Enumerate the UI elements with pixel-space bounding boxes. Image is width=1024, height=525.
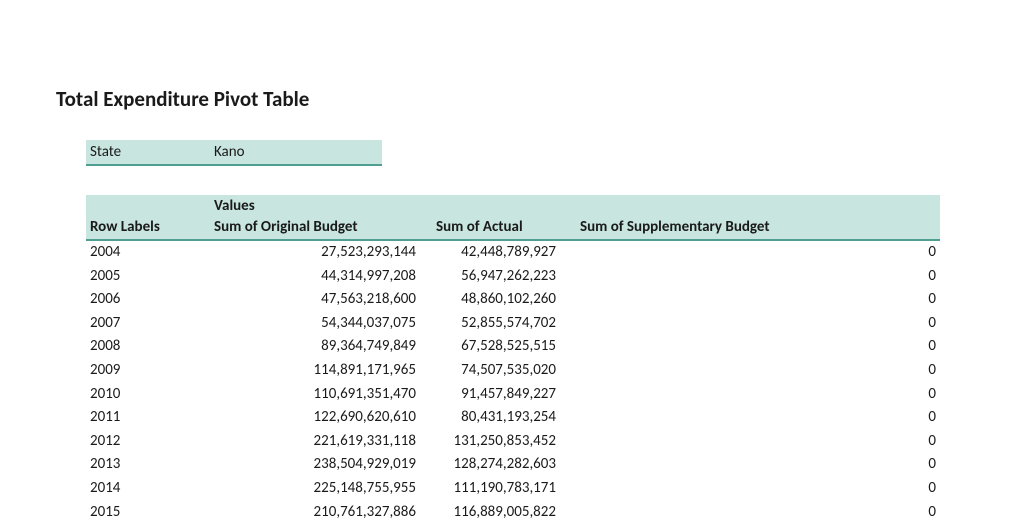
cell-actual: 48,860,102,260 bbox=[416, 290, 556, 308]
cell-supplementary: 0 bbox=[686, 314, 936, 332]
cell-supplementary: 0 bbox=[686, 479, 936, 497]
col-header-original: Sum of Original Budget bbox=[214, 218, 358, 236]
cell-actual: 131,250,853,452 bbox=[416, 432, 556, 450]
cell-year: 2005 bbox=[90, 267, 120, 285]
filter-bar: State Kano bbox=[86, 140, 382, 166]
cell-supplementary: 0 bbox=[686, 290, 936, 308]
cell-actual: 111,190,783,171 bbox=[416, 479, 556, 497]
cell-year: 2008 bbox=[90, 337, 120, 355]
table-row: 2006 47,563,218,60048,860,102,260 0 bbox=[86, 288, 940, 312]
table-row: 2008 89,364,749,84967,528,525,515 0 bbox=[86, 335, 940, 359]
table-row: 2013 238,504,929,019128,274,282,603 0 bbox=[86, 453, 940, 477]
cell-supplementary: 0 bbox=[686, 267, 936, 285]
cell-original-budget: 89,364,749,849 bbox=[216, 337, 416, 355]
cell-original-budget: 54,344,037,075 bbox=[216, 314, 416, 332]
cell-original-budget: 225,148,755,955 bbox=[216, 479, 416, 497]
cell-actual: 80,431,193,254 bbox=[416, 408, 556, 426]
cell-original-budget: 122,690,620,610 bbox=[216, 408, 416, 426]
cell-original-budget: 238,504,929,019 bbox=[216, 455, 416, 473]
cell-original-budget: 27,523,293,144 bbox=[216, 243, 416, 261]
cell-year: 2004 bbox=[90, 243, 120, 261]
cell-supplementary: 0 bbox=[686, 361, 936, 379]
cell-year: 2013 bbox=[90, 455, 120, 473]
pivot-document-page: Total Expenditure Pivot Table State Kano… bbox=[0, 0, 1024, 525]
cell-original-budget: 110,691,351,470 bbox=[216, 385, 416, 403]
table-row: 2009 114,891,171,96574,507,535,020 0 bbox=[86, 359, 940, 383]
cell-supplementary: 0 bbox=[686, 408, 936, 426]
cell-supplementary: 0 bbox=[686, 385, 936, 403]
table-row: 2011 122,690,620,61080,431,193,254 0 bbox=[86, 406, 940, 430]
table-row: 2005 44,314,997,20856,947,262,223 0 bbox=[86, 265, 940, 289]
cell-supplementary: 0 bbox=[686, 337, 936, 355]
col-header-row-labels: Row Labels bbox=[90, 218, 160, 236]
filter-label: State bbox=[86, 143, 214, 161]
table-row: 2004 27,523,293,14442,448,789,927 0 bbox=[86, 241, 940, 265]
col-header-actual: Sum of Actual bbox=[436, 218, 523, 236]
cell-supplementary: 0 bbox=[686, 432, 936, 450]
cell-actual: 116,889,005,822 bbox=[416, 503, 556, 521]
table-row: 2007 54,344,037,07552,855,574,702 0 bbox=[86, 312, 940, 336]
cell-supplementary: 0 bbox=[686, 243, 936, 261]
cell-year: 2009 bbox=[90, 361, 120, 379]
cell-actual: 42,448,789,927 bbox=[416, 243, 556, 261]
table-row: 2010 110,691,351,47091,457,849,227 0 bbox=[86, 383, 940, 407]
table-row: 2014 225,148,755,955111,190,783,171 0 bbox=[86, 477, 940, 501]
cell-year: 2006 bbox=[90, 290, 120, 308]
cell-original-budget: 44,314,997,208 bbox=[216, 267, 416, 285]
cell-original-budget: 114,891,171,965 bbox=[216, 361, 416, 379]
filter-value: Kano bbox=[214, 143, 245, 161]
cell-actual: 67,528,525,515 bbox=[416, 337, 556, 355]
cell-original-budget: 47,563,218,600 bbox=[216, 290, 416, 308]
page-title: Total Expenditure Pivot Table bbox=[56, 86, 309, 112]
cell-original-budget: 210,761,327,886 bbox=[216, 503, 416, 521]
cell-year: 2012 bbox=[90, 432, 120, 450]
table-row: 2015 210,761,327,886116,889,005,822 0 bbox=[86, 501, 940, 525]
cell-actual: 52,855,574,702 bbox=[416, 314, 556, 332]
cell-supplementary: 0 bbox=[686, 455, 936, 473]
cell-actual: 74,507,535,020 bbox=[416, 361, 556, 379]
cell-year: 2014 bbox=[90, 479, 120, 497]
cell-actual: 91,457,849,227 bbox=[416, 385, 556, 403]
col-header-supplementary: Sum of Supplementary Budget bbox=[580, 218, 770, 236]
cell-year: 2011 bbox=[90, 408, 120, 426]
cell-actual: 128,274,282,603 bbox=[416, 455, 556, 473]
cell-year: 2010 bbox=[90, 385, 120, 403]
table-row: 2012 221,619,331,118131,250,853,452 0 bbox=[86, 430, 940, 454]
cell-year: 2015 bbox=[90, 503, 120, 521]
cell-year: 2007 bbox=[90, 314, 120, 332]
cell-actual: 56,947,262,223 bbox=[416, 267, 556, 285]
values-header: Values bbox=[214, 197, 255, 215]
cell-original-budget: 221,619,331,118 bbox=[216, 432, 416, 450]
cell-supplementary: 0 bbox=[686, 503, 936, 521]
pivot-table-body: 2004 27,523,293,14442,448,789,927 0 2005 44,… bbox=[86, 241, 940, 524]
